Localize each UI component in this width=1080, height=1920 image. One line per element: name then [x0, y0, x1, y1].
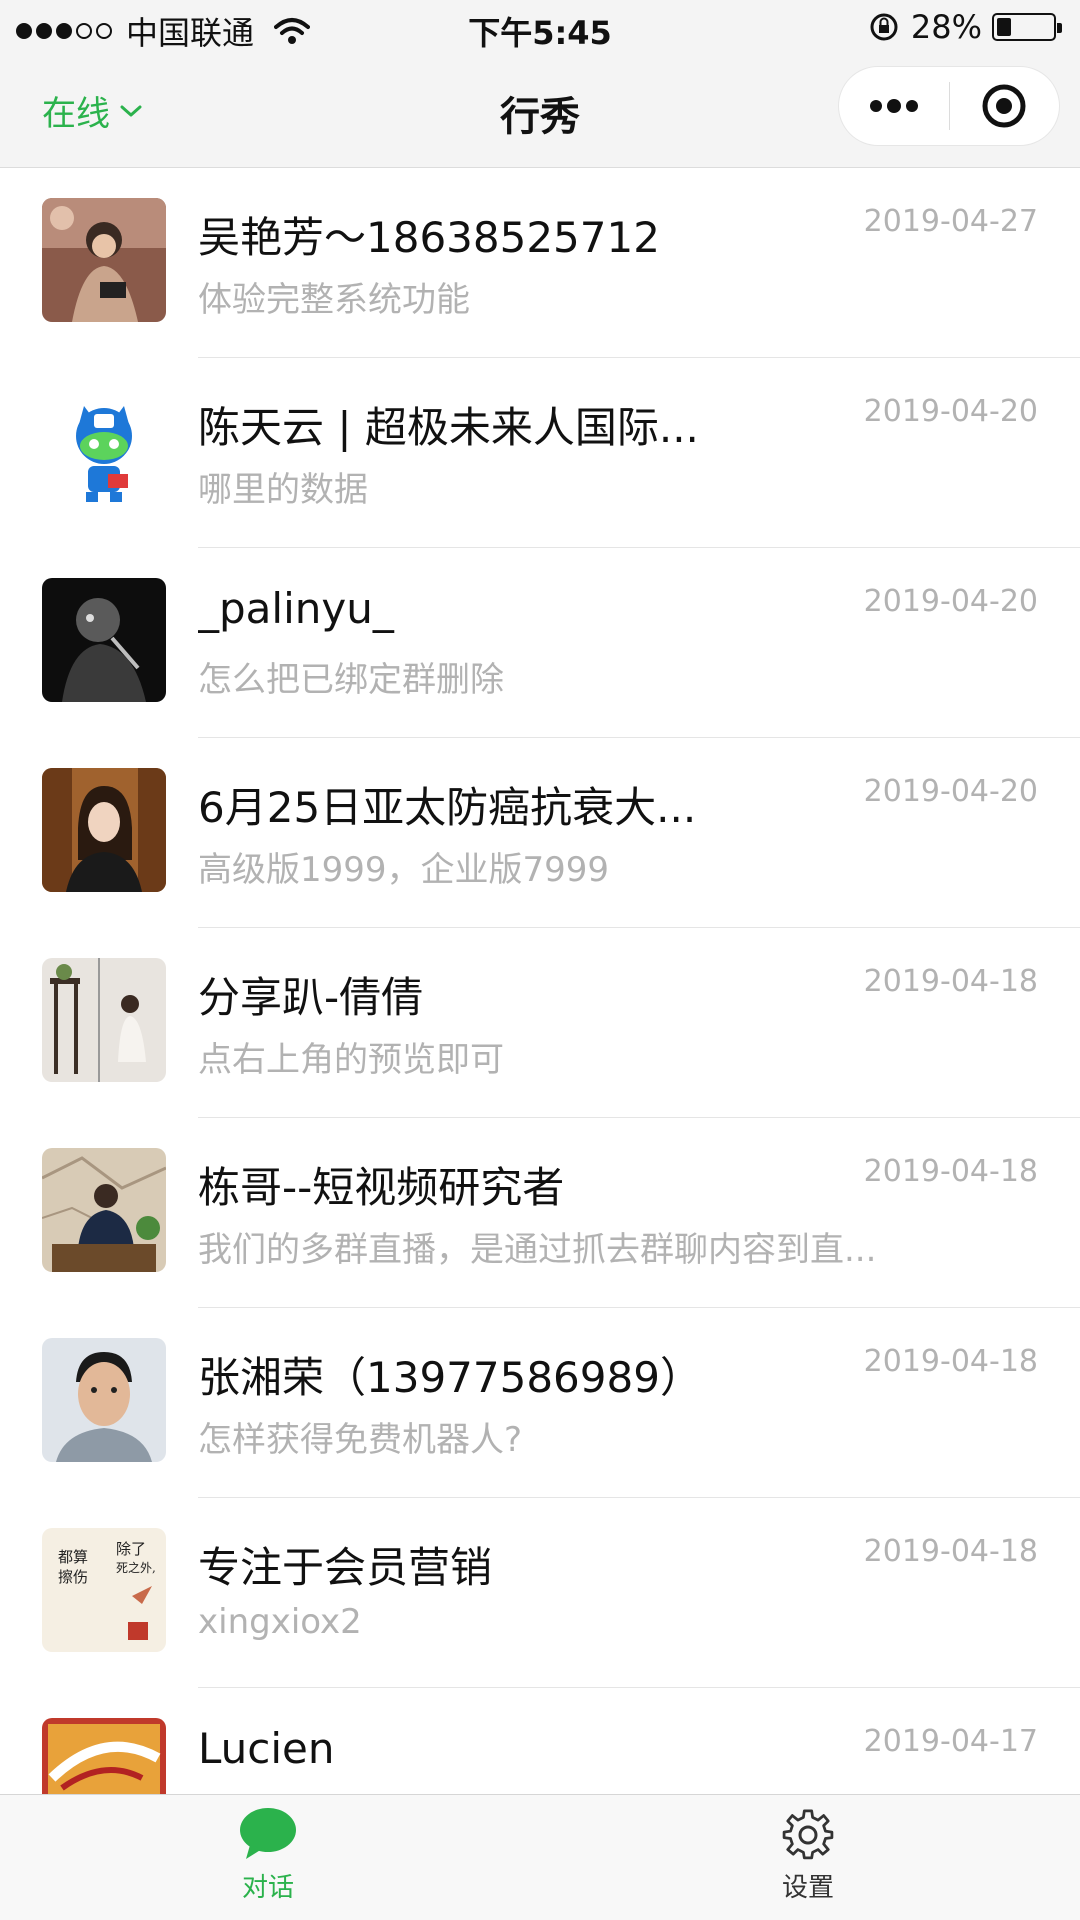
tab-bar: 对话 设置 [0, 1794, 1080, 1920]
avatar: 除了 死之外, 都算 擦伤 [42, 1528, 166, 1652]
message-preview: 怎么把已绑定群删除 [198, 660, 504, 700]
message-preview: 我们的多群直播，是通过抓去群聊内容到直... [198, 1230, 877, 1270]
chat-bubble-icon [240, 1808, 296, 1859]
gear-icon [782, 1809, 834, 1860]
message-preview: 点右上角的预览即可 [198, 1040, 504, 1080]
message-preview: 怎样获得免费机器人? [198, 1420, 523, 1460]
conversation-item[interactable]: 6月25日亚太防癌抗衰大... 2019-04-20 高级版1999，企业版79… [0, 738, 1080, 928]
conversation-item[interactable]: 陈天云 | 超极未来人国际... 2019-04-20 哪里的数据 [0, 358, 1080, 548]
mini-program-capsule [838, 66, 1060, 146]
svg-text:除了: 除了 [116, 1540, 146, 1558]
contact-name: 分享趴-倩倩 [198, 973, 424, 1022]
message-date: 2019-04-18 [863, 1154, 1038, 1189]
message-preview: xingxiox2 [198, 1602, 362, 1642]
more-options-button[interactable] [839, 66, 949, 146]
avatar [42, 768, 166, 892]
status-bar: 中国联通 下午5:45 28% [0, 0, 1080, 54]
contact-name: 6月25日亚太防癌抗衰大... [198, 783, 697, 832]
more-dots-icon [869, 99, 918, 113]
battery-percentage: 28% [910, 8, 982, 46]
contact-name: _palinyu_ [198, 584, 394, 633]
contact-name: 陈天云 | 超极未来人国际... [198, 403, 699, 452]
message-date: 2019-04-27 [863, 204, 1038, 239]
svg-text:死之外,: 死之外, [116, 1561, 156, 1575]
message-date: 2019-04-18 [863, 1344, 1038, 1379]
contact-name: 吴艳芳～18638525712 [198, 213, 660, 262]
tab-settings[interactable]: 设置 [708, 1805, 908, 1915]
message-date: 2019-04-20 [863, 584, 1038, 619]
avatar [42, 1338, 166, 1462]
close-mini-program-button[interactable] [950, 66, 1060, 146]
conversation-list: 吴艳芳～18638525712 2019-04-27 体验完整系统功能 陈天云 … [0, 168, 1080, 1794]
conversation-item[interactable]: 栋哥--短视频研究者 2019-04-18 我们的多群直播，是通过抓去群聊内容到… [0, 1118, 1080, 1308]
conversation-item[interactable]: 除了 死之外, 都算 擦伤 专注于会员营销 2019-04-18 xingxio… [0, 1498, 1080, 1688]
message-preview: 体验完整系统功能 [198, 280, 470, 320]
message-date: 2019-04-20 [863, 774, 1038, 809]
rotation-lock-icon [870, 13, 898, 41]
conversation-item[interactable]: 张湘荣（13977586989） 2019-04-18 怎样获得免费机器人? [0, 1308, 1080, 1498]
contact-name: 栋哥--短视频研究者 [198, 1163, 565, 1212]
status-right: 28% [869, 8, 1062, 46]
avatar [42, 578, 166, 702]
message-preview: 高级版1999，企业版7999 [198, 850, 610, 890]
target-close-icon [982, 84, 1026, 128]
message-date: 2019-04-20 [863, 394, 1038, 429]
contact-name: 张湘荣（13977586989） [198, 1353, 702, 1402]
tab-chat[interactable]: 对话 [168, 1805, 368, 1915]
message-preview: 哪里的数据 [198, 470, 368, 510]
contact-name: Lucien [198, 1724, 335, 1773]
nav-bar: 在线 行秀 [0, 54, 1080, 168]
svg-text:都算: 都算 [58, 1548, 88, 1566]
avatar [42, 388, 166, 512]
avatar [42, 198, 166, 322]
svg-text:擦伤: 擦伤 [58, 1568, 88, 1586]
message-date: 2019-04-18 [863, 964, 1038, 999]
conversation-item[interactable]: _palinyu_ 2019-04-20 怎么把已绑定群删除 [0, 548, 1080, 738]
message-date: 2019-04-18 [863, 1534, 1038, 1569]
avatar [42, 1718, 166, 1794]
tab-chat-label: 对话 [241, 1873, 294, 1903]
contact-name: 专注于会员营销 [198, 1543, 493, 1592]
tab-settings-label: 设置 [781, 1873, 834, 1903]
battery-icon [992, 13, 1062, 41]
conversation-item[interactable]: Lucien 2019-04-17 [0, 1688, 1080, 1794]
conversation-item[interactable]: 分享趴-倩倩 2019-04-18 点右上角的预览即可 [0, 928, 1080, 1118]
conversation-item[interactable]: 吴艳芳～18638525712 2019-04-27 体验完整系统功能 [0, 168, 1080, 358]
message-date: 2019-04-17 [863, 1724, 1038, 1759]
mini-program-screen: 中国联通 下午5:45 28% 在线 行秀 吴艳芳～18638525712 20… [0, 0, 1080, 1920]
avatar [42, 958, 166, 1082]
avatar [42, 1148, 166, 1272]
